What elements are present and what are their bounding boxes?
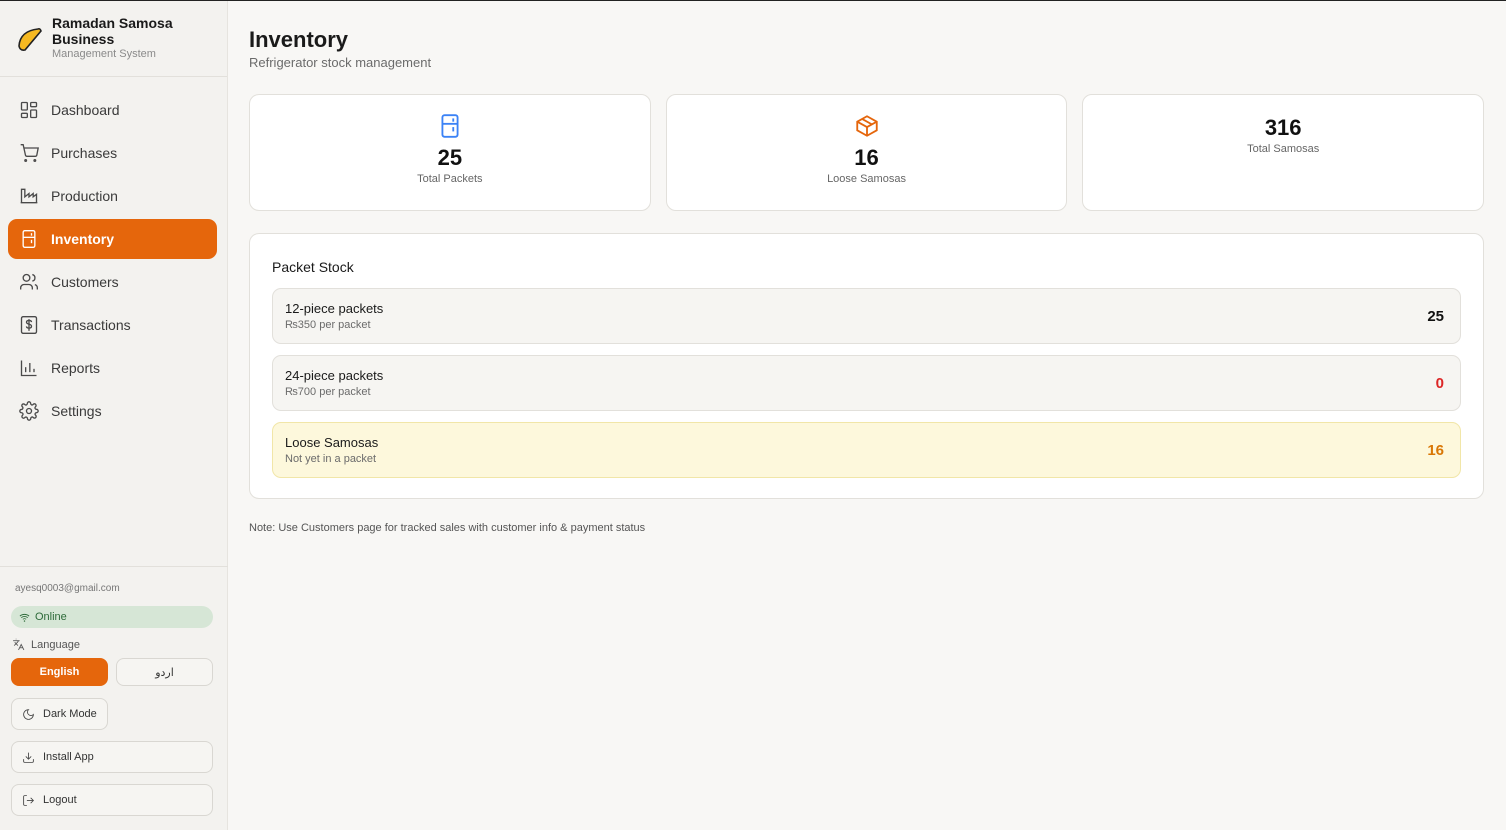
- nav-item-dashboard[interactable]: Dashboard: [8, 90, 217, 130]
- refrigerator-icon: [22, 230, 36, 248]
- gear-icon: [19, 401, 39, 421]
- stock-row-12-piece: 12-piece packets ₨350 per packet 25: [272, 288, 1461, 344]
- dollar-icon: [20, 316, 38, 334]
- nav-label: Reports: [51, 360, 101, 376]
- online-status-text: Online: [35, 611, 67, 623]
- translate-icon: [13, 638, 25, 651]
- stats-row: 25 Total Packets 16 Loose Samosas 316 To…: [249, 94, 1485, 211]
- stock-row-price: ₨350 per packet: [285, 319, 371, 331]
- nav-item-transactions[interactable]: Transactions: [8, 305, 217, 345]
- stat-value: 25: [437, 145, 463, 170]
- stat-card-total-packets: 25 Total Packets: [249, 94, 651, 211]
- user-email: ayesq0003@gmail.com: [15, 583, 120, 594]
- logout-icon: [23, 794, 34, 806]
- account-panel: ayesq0003@gmail.com Online Language Engl…: [0, 566, 228, 827]
- nav-label: Transactions: [51, 317, 131, 333]
- stock-row-count: 25: [1427, 307, 1444, 325]
- language-english-button[interactable]: English: [11, 658, 108, 686]
- nav-label: Settings: [51, 403, 102, 419]
- main-nav: Dashboard Purchases Production Inventory…: [8, 90, 217, 434]
- stat-value: 316: [1264, 115, 1302, 140]
- language-switch: English اردو: [11, 658, 213, 686]
- stat-label: Loose Samosas: [827, 173, 906, 185]
- stock-row-name: 12-piece packets: [285, 301, 384, 316]
- install-app-button[interactable]: Install App: [11, 741, 213, 773]
- stat-card-loose-samosas: 16 Loose Samosas: [665, 94, 1068, 211]
- nav-label: Dashboard: [51, 102, 120, 118]
- brand-title: Ramadan Samosa Business: [52, 15, 173, 47]
- install-app-label: Install App: [43, 751, 94, 763]
- stat-value: 16: [854, 145, 879, 170]
- dark-mode-label: Dark Mode: [43, 708, 97, 720]
- language-label: Language: [12, 638, 213, 651]
- brand-subtitle: Management System: [52, 48, 156, 60]
- nav-label: Production: [51, 188, 118, 204]
- stock-row-count: 16: [1427, 441, 1444, 459]
- stat-card-total-samosas: 316 Total Samosas: [1082, 94, 1485, 211]
- stock-row-name: 24-piece packets: [285, 368, 384, 383]
- language-urdu-button[interactable]: اردو: [116, 658, 213, 686]
- logout-button[interactable]: Logout: [11, 784, 213, 816]
- packet-stock-title: Packet Stock: [272, 259, 354, 275]
- wifi-icon: [19, 613, 30, 622]
- moon-icon: [23, 708, 34, 720]
- nav-item-settings[interactable]: Settings: [8, 391, 217, 431]
- dark-mode-button[interactable]: Dark Mode: [11, 698, 108, 730]
- logout-label: Logout: [43, 794, 77, 806]
- factory-icon: [20, 188, 38, 204]
- language-label-text: Language: [31, 638, 80, 651]
- brand: Ramadan Samosa Business Management Syste…: [0, 1, 227, 77]
- dashboard-icon: [20, 101, 38, 119]
- page-subtitle: Refrigerator stock management: [249, 55, 432, 70]
- nav-item-production[interactable]: Production: [8, 176, 217, 216]
- bar-chart-icon: [20, 360, 37, 377]
- nav-label: Inventory: [51, 231, 115, 247]
- page-title: Inventory: [249, 27, 349, 52]
- stock-row-24-piece: 24-piece packets ₨700 per packet 0: [272, 355, 1461, 411]
- nav-label: Customers: [51, 274, 119, 290]
- stock-row-loose-samosas: Loose Samosas Not yet in a packet 16: [272, 422, 1461, 478]
- main-content: Inventory Refrigerator stock management …: [249, 1, 1485, 534]
- refrigerator-icon: [441, 114, 459, 138]
- stock-row-name: Loose Samosas: [285, 435, 379, 450]
- stock-row-price: ₨700 per packet: [285, 386, 371, 398]
- stock-row-sub: Not yet in a packet: [285, 453, 377, 465]
- nav-label: Purchases: [51, 145, 118, 161]
- nav-item-customers[interactable]: Customers: [8, 262, 217, 302]
- nav-item-reports[interactable]: Reports: [8, 348, 217, 388]
- customers-note: Note: Use Customers page for tracked sal…: [249, 522, 646, 534]
- packet-stock-panel: Packet Stock 12-piece packets ₨350 per p…: [249, 233, 1484, 499]
- users-icon: [20, 273, 39, 290]
- nav-item-purchases[interactable]: Purchases: [8, 133, 217, 173]
- stat-label: Total Packets: [417, 173, 483, 185]
- stock-row-count: 0: [1435, 374, 1444, 392]
- nav-item-inventory[interactable]: Inventory: [8, 219, 217, 259]
- samosa-logo-icon: [18, 27, 42, 51]
- online-status-badge: Online: [11, 606, 213, 628]
- package-icon: [855, 115, 878, 137]
- download-icon: [23, 752, 34, 763]
- cart-icon: [20, 144, 39, 162]
- stat-label: Total Samosas: [1247, 143, 1320, 155]
- sidebar: Ramadan Samosa Business Management Syste…: [0, 1, 228, 830]
